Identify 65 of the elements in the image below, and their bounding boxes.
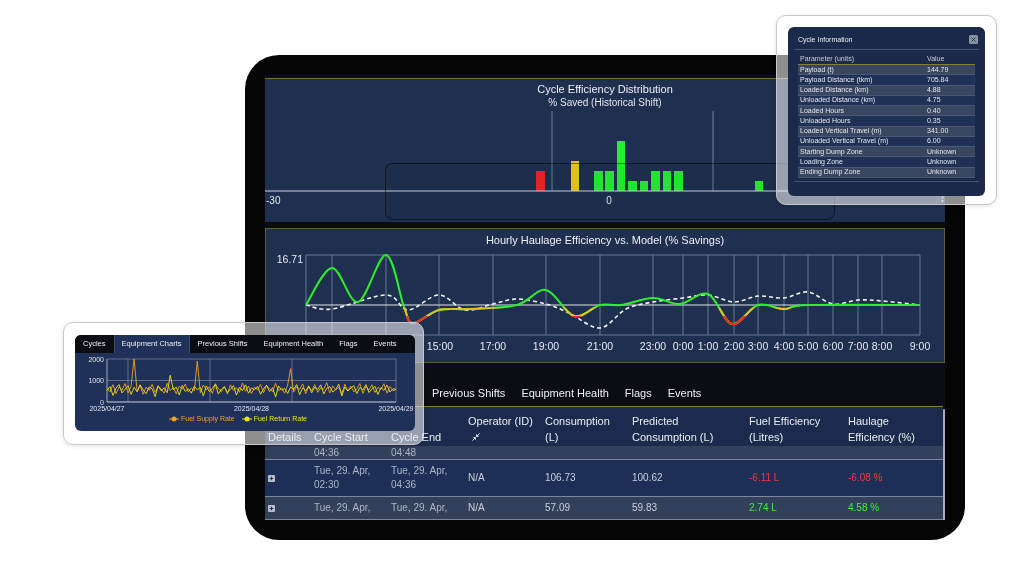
histogram-bar [663,171,671,191]
histogram-bar [605,171,614,191]
histogram-bar [617,141,625,191]
tab[interactable]: Events [659,380,710,406]
axis-label: 2:00 [723,340,745,352]
table-cell-text: 100.62 [631,471,664,485]
table-cell-text: Tue, 29. Apr, [390,501,449,515]
table-cell-text: -6.11 L [748,471,781,485]
axis-label: 23:00 [639,340,667,352]
axis-label: 17:00 [479,340,507,352]
histogram-bar [594,171,603,191]
axis-label: 15:00 [426,340,454,352]
axis-label: 16.71 [276,253,303,265]
column-header: Predicted Consumption (L) [632,414,715,445]
table-cell-text: 57.09 [544,501,572,515]
expand-icon[interactable] [268,504,275,512]
tab[interactable]: Flags [616,380,660,406]
scrollbar[interactable] [943,409,945,520]
histogram-bar [674,171,683,191]
histogram-bar [571,161,579,191]
table-cell-text: Tue, 29. Apr, 02:30 [313,464,372,492]
chart-title: Hourly Haulage Efficiency vs. Model (% Savings) [485,233,725,247]
axis-label: 5:00 [797,340,819,352]
table-cell-text: 04:36 [313,446,341,459]
tab[interactable]: Previous Shifts [424,380,514,406]
table-cell-text: 04:48 [390,446,418,459]
tab[interactable]: Equipment Health [513,380,617,406]
axis-label: -30 [266,195,281,206]
histogram-bar [628,181,637,191]
table-cell-text: Tue, 29. Apr, 04:36 [390,464,449,492]
collapse-arrows-icon[interactable] [472,433,480,441]
column-header: Haulage Efficiency (%) [848,414,917,445]
table-cell-text: 106.73 [544,471,577,485]
axis-label: 21:00 [586,340,614,352]
axis-label: 6:00 [822,340,844,352]
table-cell-text: 59.83 [631,501,659,515]
column-header: Details [268,430,302,445]
axis-label: 9:00 [909,340,931,352]
histogram-bar [755,181,763,191]
table-cell-text: N/A [467,501,486,515]
chart-title: Cycle Efficiency Distribution [537,83,673,96]
table-cell-text: -6.08 % [847,471,884,485]
axis-label: 3:00 [747,340,769,352]
column-header: Operator (ID) [468,414,533,429]
chart-subtitle: % Saved (Historical Shift) [548,96,662,109]
expand-icon[interactable] [268,474,275,482]
column-header: Cycle Start [314,430,368,445]
histogram-bar [651,171,660,191]
table-cell-text: Tue, 29. Apr, [313,501,372,515]
axis-label: 0:00 [672,340,694,352]
histogram-bar [536,171,545,191]
axis-label: 4:00 [773,340,795,352]
axis-label: 8:00 [871,340,893,352]
axis-label: 1:00 [697,340,719,352]
table-cell-text: 2.74 L [748,501,778,515]
histogram-bar [640,181,648,191]
close-icon [971,37,976,42]
table-cell-text: 4.58 % [847,501,881,515]
axis-label: 7:00 [847,340,869,352]
column-header: Fuel Efficiency (Litres) [749,414,822,445]
axis-label: 0 [606,195,612,206]
axis-label: 19:00 [532,340,560,352]
close-button[interactable] [969,35,978,44]
column-header: Consumption (L) [545,414,611,445]
table-cell-text: N/A [467,471,486,485]
